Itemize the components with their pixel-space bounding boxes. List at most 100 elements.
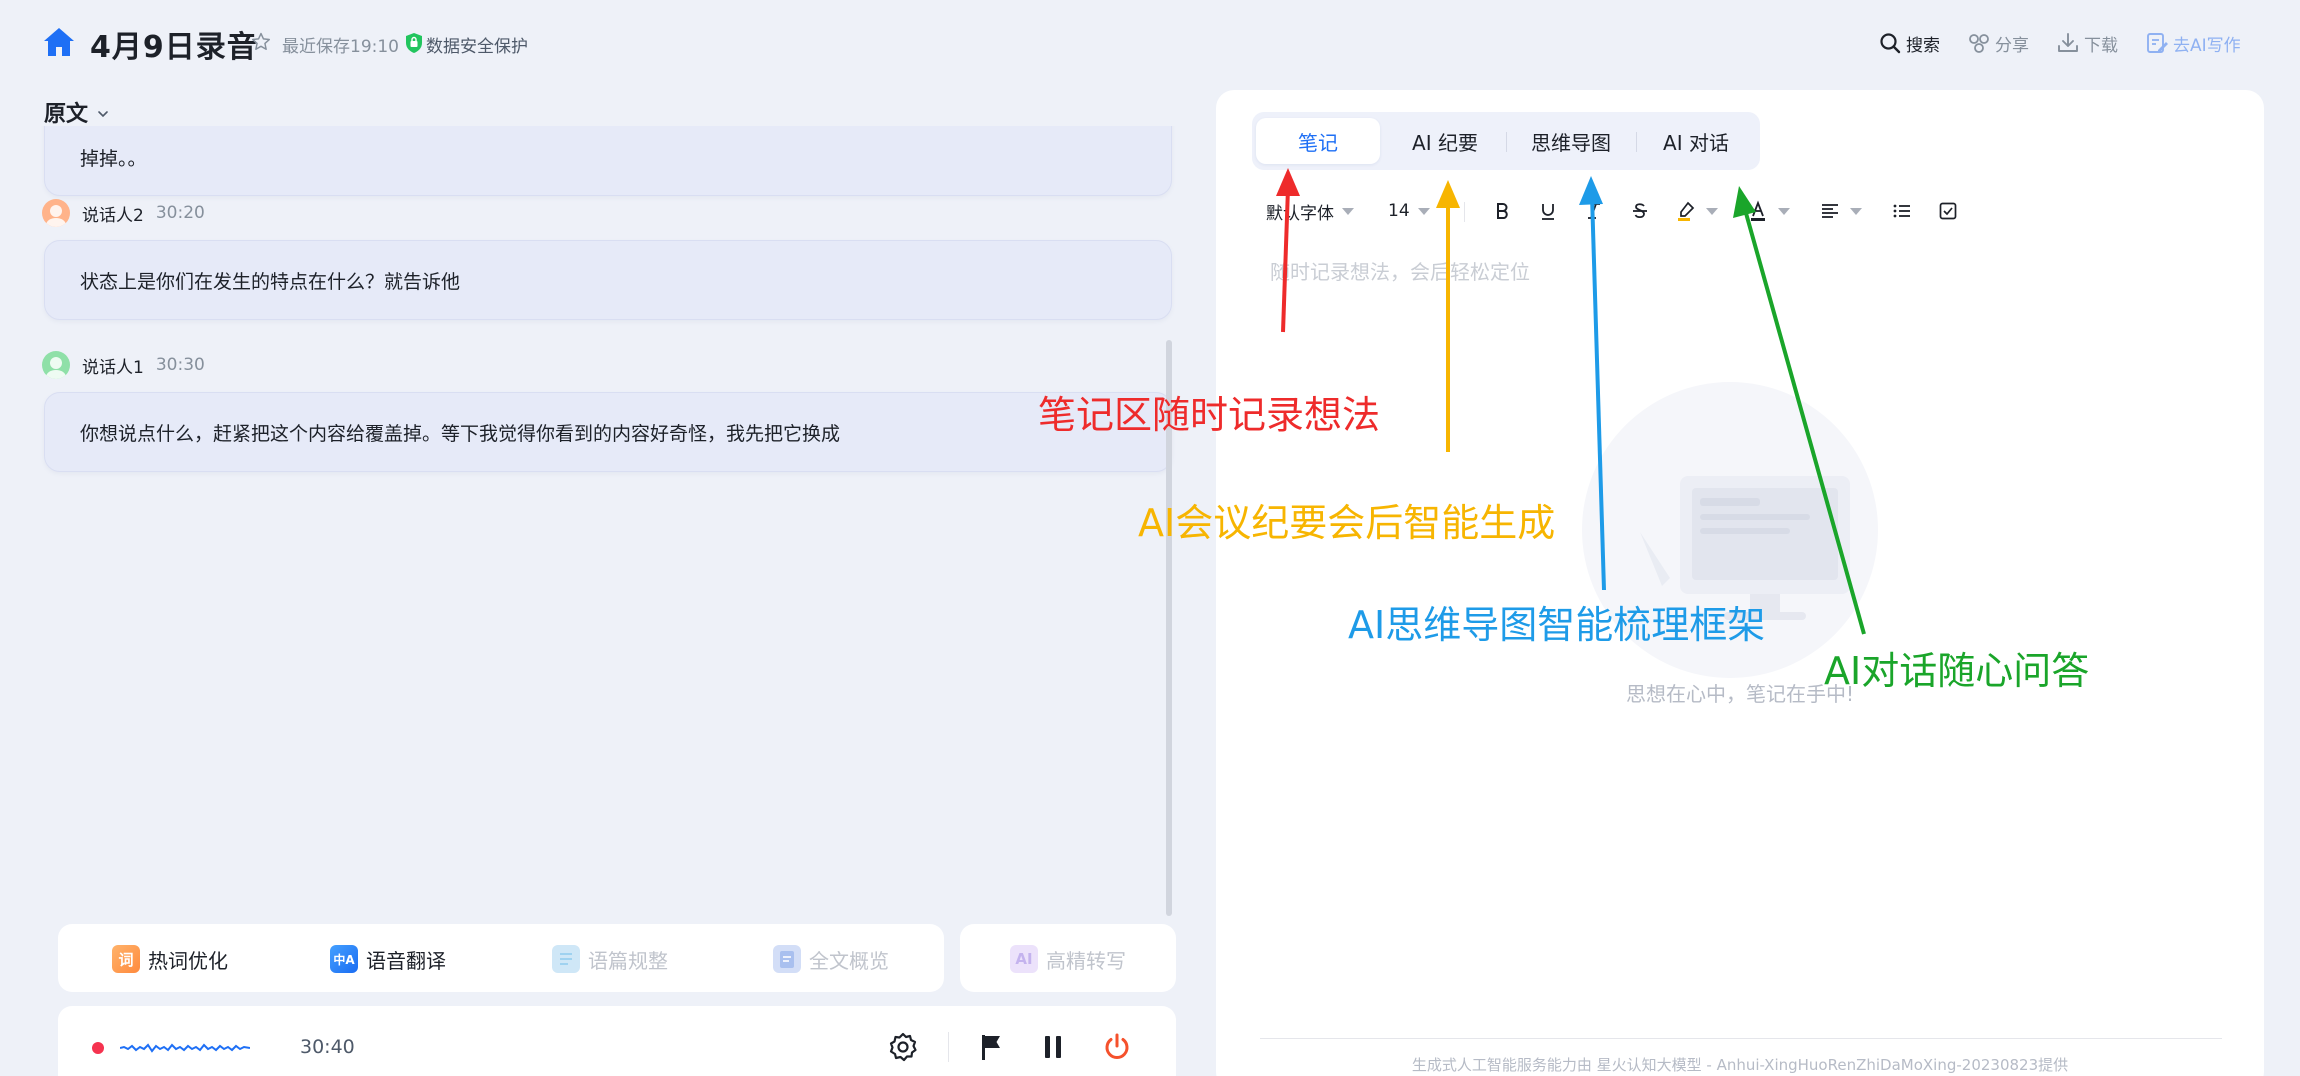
- download-icon: [2058, 33, 2078, 52]
- tab-ai-chat[interactable]: AI 对话: [1636, 118, 1756, 164]
- tools-bar: 词 热词优化 中A 语音翻译 语篇规整 全文概览: [58, 924, 944, 992]
- page-title[interactable]: 4月9日录音: [90, 22, 258, 66]
- regulate-button[interactable]: 语篇规整: [552, 944, 668, 974]
- italic-icon: [1588, 203, 1600, 219]
- tab-notes[interactable]: 笔记: [1256, 118, 1380, 164]
- transcript-list[interactable]: 掉掉。。 说话人2 30:20 状态上是你们在发生的特点在什么？就告诉他 说话人…: [40, 126, 1176, 916]
- tab-ai-summary[interactable]: AI 纪要: [1384, 118, 1506, 164]
- divider: [1260, 1038, 2222, 1039]
- caret-down-icon: [1706, 207, 1718, 215]
- timestamp[interactable]: 30:30: [156, 355, 205, 375]
- regulate-label: 语篇规整: [588, 948, 668, 973]
- page: 4月9日录音 最近保存19:10 数据安全保护 搜索 分享 下载 去AI写作 原…: [0, 0, 2300, 1076]
- security-label: 数据安全保护: [426, 37, 528, 57]
- power-icon[interactable]: [1100, 1030, 1134, 1064]
- empty-state-text: 思想在心中，笔记在手中!: [1625, 682, 1855, 706]
- strikethrough-button[interactable]: [1628, 196, 1652, 226]
- overview-label: 全文概览: [809, 948, 889, 973]
- notes-tabs: 笔记 AI 纪要 思维导图 AI 对话: [1252, 112, 1760, 170]
- star-icon[interactable]: [250, 31, 272, 53]
- recorder-bar: 30:40: [58, 1006, 1176, 1076]
- precise-transcribe-label: 高精转写: [1046, 948, 1126, 973]
- note-editor[interactable]: 随时记录想法，会后轻松定位: [1270, 256, 1530, 285]
- avatar: [42, 351, 70, 379]
- caret-down-icon: [1850, 207, 1862, 215]
- elapsed-time: 30:40: [300, 1036, 355, 1058]
- save-status: 最近保存19:10: [282, 37, 399, 57]
- search-label: 搜索: [1906, 35, 1940, 56]
- download-label: 下载: [2084, 35, 2118, 56]
- view-selector[interactable]: 原文: [44, 96, 110, 128]
- caret-down-icon: [1778, 207, 1790, 215]
- font-family-select[interactable]: 默认字体: [1266, 196, 1354, 226]
- bold-button[interactable]: [1490, 196, 1514, 226]
- divider: [948, 1032, 949, 1062]
- font-color-button[interactable]: [1746, 196, 1790, 226]
- format-toolbar: 默认字体 14: [1266, 196, 2166, 226]
- header: 4月9日录音 最近保存19:10 数据安全保护 搜索 分享 下载 去AI写作: [0, 0, 2300, 86]
- speaker-name[interactable]: 说话人1: [82, 353, 144, 378]
- transcript-bubble[interactable]: 你想说点什么，赶紧把这个内容给覆盖掉。等下我觉得你看到的内容好奇怪，我先把它换成: [44, 392, 1172, 472]
- bullet-list-button[interactable]: [1890, 196, 1914, 226]
- transcript-text: 你想说点什么，赶紧把这个内容给覆盖掉。等下我觉得你看到的内容好奇怪，我先把它换成: [80, 422, 841, 445]
- edit-doc-icon: [2147, 33, 2168, 53]
- precise-transcribe-card: AI 高精转写: [960, 924, 1176, 992]
- download-button[interactable]: 下载: [2056, 30, 2118, 56]
- recording-indicator: [92, 1042, 104, 1054]
- callout-ai-summary: AI会议纪要会后智能生成: [1138, 501, 1556, 545]
- transcript-bubble[interactable]: 状态上是你们在发生的特点在什么？就告诉他: [44, 240, 1172, 320]
- precise-transcribe-button[interactable]: AI 高精转写: [1010, 944, 1126, 974]
- tab-mindmap[interactable]: 思维导图: [1506, 118, 1636, 164]
- chevron-down-icon: [98, 111, 108, 118]
- share-button[interactable]: 分享: [1967, 30, 2029, 56]
- strikethrough-icon: [1633, 203, 1647, 219]
- align-button[interactable]: [1818, 196, 1862, 226]
- font-size-value: 14: [1388, 201, 1410, 221]
- ai-write-button[interactable]: 去AI写作: [2145, 30, 2241, 56]
- font-color-icon: [1751, 200, 1765, 221]
- bullet-list-icon: [1893, 204, 1910, 218]
- hotword-label: 热词优化: [148, 948, 228, 973]
- callout-notes: 笔记区随时记录想法: [1038, 393, 1381, 437]
- shield-icon: [406, 33, 422, 53]
- share-label: 分享: [1995, 35, 2029, 56]
- home-icon[interactable]: [42, 26, 76, 58]
- hotword-icon: 词: [112, 945, 140, 973]
- highlighter-icon: [1678, 201, 1695, 221]
- todo-list-button[interactable]: [1936, 196, 1960, 226]
- search-icon: [1880, 33, 1901, 54]
- italic-button[interactable]: [1582, 196, 1606, 226]
- font-family-value: 默认字体: [1266, 203, 1334, 224]
- translate-button[interactable]: 中A 语音翻译: [330, 944, 446, 974]
- settings-gear-icon[interactable]: [886, 1030, 920, 1064]
- share-icon: [1969, 34, 1989, 53]
- waveform: [120, 1043, 250, 1053]
- speaker-row: 说话人2 30:20: [42, 198, 205, 228]
- bold-icon: [1497, 203, 1508, 219]
- divider: [1464, 202, 1465, 222]
- notes-panel: 笔记 AI 纪要 思维导图 AI 对话 默认字体 14 随时记录想法，会后轻松定…: [1216, 90, 2264, 1076]
- provider-footer: 生成式人工智能服务能力由 星火认知大模型 - Anhui-XingHuoRenZ…: [1411, 1056, 2069, 1074]
- timestamp[interactable]: 30:20: [156, 203, 205, 223]
- overview-button[interactable]: 全文概览: [773, 944, 889, 974]
- caret-down-icon: [1342, 207, 1354, 215]
- callout-mindmap: AI思维导图智能梳理框架: [1348, 603, 1766, 647]
- highlight-button[interactable]: [1674, 196, 1718, 226]
- speaker-row: 说话人1 30:30: [42, 350, 205, 380]
- underline-icon: [1542, 204, 1554, 220]
- translate-icon: 中A: [330, 945, 358, 973]
- flag-icon[interactable]: [974, 1030, 1008, 1064]
- align-left-icon: [1822, 204, 1838, 218]
- search-button[interactable]: 搜索: [1878, 30, 1940, 56]
- font-size-select[interactable]: 14: [1388, 196, 1430, 226]
- avatar: [42, 199, 70, 227]
- transcript-text: 掉掉。。: [80, 148, 147, 170]
- callout-ai-chat: AI对话随心问答: [1824, 649, 2090, 693]
- translate-label: 语音翻译: [366, 948, 446, 973]
- speaker-name[interactable]: 说话人2: [82, 201, 144, 226]
- regulate-icon: [552, 945, 580, 973]
- pause-icon[interactable]: [1036, 1030, 1070, 1064]
- hotword-button[interactable]: 词 热词优化: [112, 944, 228, 974]
- underline-button[interactable]: [1536, 196, 1560, 226]
- transcript-bubble[interactable]: 掉掉。。: [44, 126, 1172, 196]
